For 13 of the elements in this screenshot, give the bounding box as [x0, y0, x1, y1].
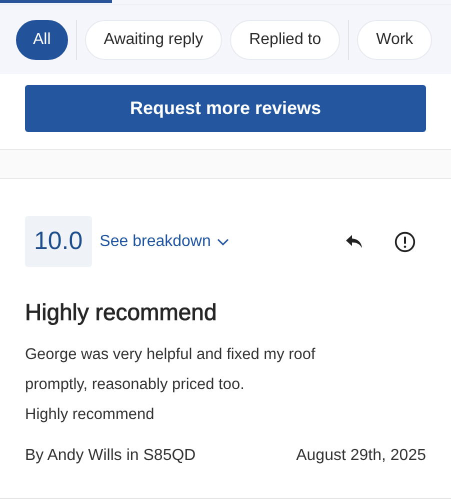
review-score: 10.0 — [25, 216, 92, 267]
review-title: Highly recommend — [25, 299, 218, 326]
see-breakdown-link[interactable]: See breakdown — [100, 232, 229, 250]
request-reviews-button[interactable]: Request more reviews — [25, 85, 426, 132]
review-date: August 29th, 2025 — [296, 447, 426, 465]
filter-chip[interactable]: Replied to — [230, 20, 340, 60]
filter-chip[interactable]: Awaiting reply — [84, 20, 222, 60]
chevron-down-icon[interactable] — [216, 238, 229, 246]
review-author: By Andy Wills in S85QD — [25, 447, 196, 465]
report-icon[interactable] — [394, 230, 416, 252]
filter-chip[interactable]: Work — [357, 20, 432, 60]
filter-chip[interactable]: All — [16, 20, 68, 60]
review-text: George was very helpful and fixed my roof promptly, reasonably priced too. Highly recommend — [25, 345, 316, 425]
